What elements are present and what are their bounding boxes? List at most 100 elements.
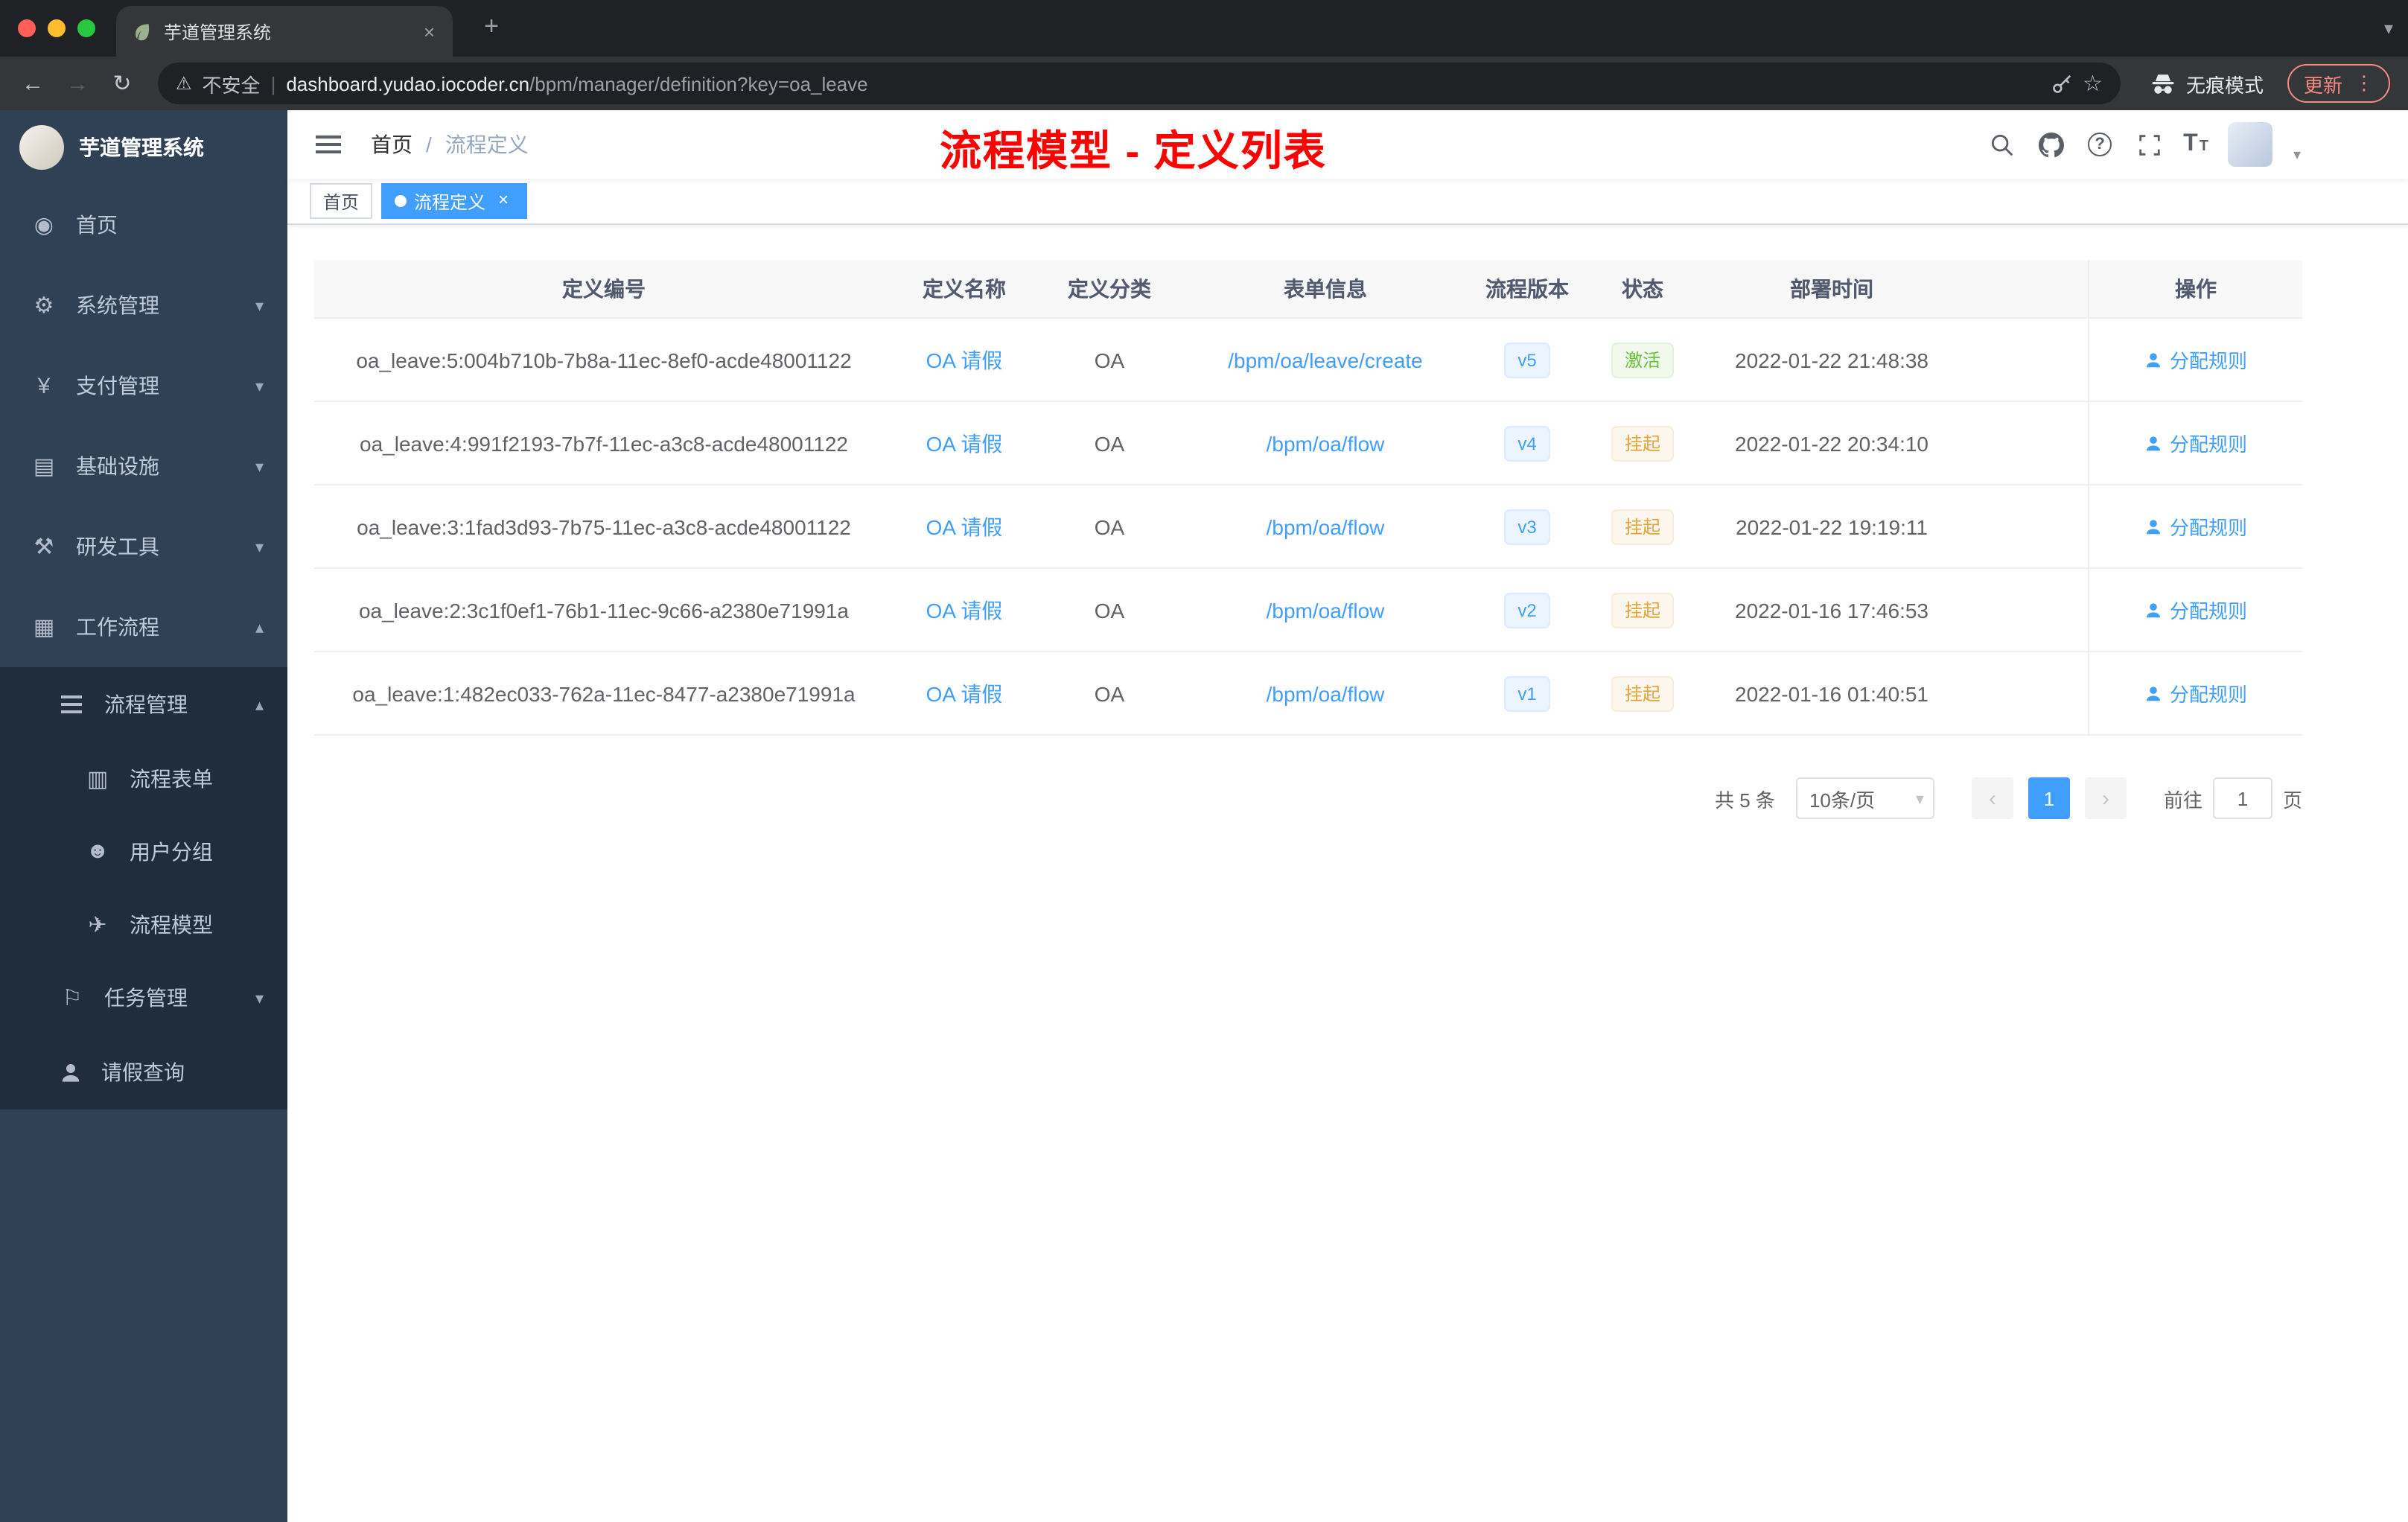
assign-rule-link[interactable]: 分配规则 [2144,512,2247,541]
yen-icon: ¥ [37,373,51,398]
table-header-row: 定义编号 定义名称 定义分类 表单信息 流程版本 状态 部署时间 操作 [314,261,2302,319]
window-minimize-button[interactable] [48,19,66,37]
goto-unit-label: 页 [2282,789,2302,811]
definition-table: 定义编号 定义名称 定义分类 表单信息 流程版本 状态 部署时间 操作 oa_l… [314,261,2302,736]
column-header: 定义分类 [1068,277,1151,301]
security-warning-icon: ⚠ [176,73,192,94]
help-icon[interactable]: ? [2085,130,2115,159]
font-size-icon[interactable]: TT [2183,131,2208,158]
prev-page-button[interactable]: ‹ [1971,777,2013,819]
breadcrumb-home[interactable]: 首页 [371,130,413,159]
submenu-process-management: ▥ 流程表单 ☻ 用户分组 ✈ 流程模型 [0,742,287,961]
flag-icon: ⚐ [62,986,83,1011]
window-close-button[interactable] [18,19,36,37]
paper-plane-icon: ✈ [88,912,107,937]
pagination-total: 共 5 条 [1715,789,1775,811]
sidebar-item-system[interactable]: ⚙ 系统管理 ▾ [0,265,287,346]
form-link[interactable]: /bpm/oa/leave/create [1228,348,1423,372]
assign-rule-link[interactable]: 分配规则 [2144,429,2247,457]
address-bar[interactable]: ⚠ 不安全 | dashboard.yudao.iocoder.cn/bpm/m… [158,63,2121,104]
incognito-badge: 无痕模式 [2135,69,2278,98]
avatar-caret-icon[interactable]: ▾ [2293,147,2301,167]
window-zoom-button[interactable] [77,19,95,37]
bookmark-star-icon[interactable]: ☆ [2083,70,2103,97]
form-link[interactable]: /bpm/oa/flow [1267,598,1385,622]
definition-name-link[interactable]: OA 请假 [926,515,1003,538]
cell-deploy-time: 2022-01-22 21:48:38 [1735,348,1928,372]
definition-name-link[interactable]: OA 请假 [926,681,1003,705]
back-button[interactable]: ← [12,71,54,96]
browser-menu-icon[interactable]: ⋮ [2354,71,2374,95]
tag-process-definition[interactable]: 流程定义 × [381,183,528,219]
update-label: 更新 [2303,74,2342,96]
form-link[interactable]: /bpm/oa/flow [1267,515,1385,538]
server-icon: ▤ [33,454,55,480]
goto-page: 前往 1 页 [2164,777,2302,819]
browser-tabstrip: 芋道管理系统 × + ▾ [0,0,2408,57]
chevron-down-icon: ▾ [255,297,264,315]
table-row: oa_leave:2:3c1f0ef1-76b1-11ec-9c66-a2380… [314,569,2302,652]
column-header: 操作 [2088,261,2302,317]
tools-icon: ⚒ [34,535,54,560]
sidebar-item-home[interactable]: ◉ 首页 [0,185,287,265]
browser-tab[interactable]: 芋道管理系统 × [116,6,453,57]
tag-home[interactable]: 首页 [310,183,373,219]
address-separator: | [270,72,276,95]
definition-name-link[interactable]: OA 请假 [926,431,1003,455]
new-tab-button[interactable]: + [474,12,509,42]
assign-rule-link[interactable]: 分配规则 [2144,346,2247,374]
column-header: 部署时间 [1790,277,1873,301]
goto-page-input[interactable]: 1 [2212,777,2272,819]
version-tag: v3 [1504,509,1550,544]
status-tag: 挂起 [1611,425,1674,461]
sidebar-item-user-group[interactable]: ☻ 用户分组 [0,815,287,888]
cell-deploy-time: 2022-01-22 20:34:10 [1735,431,1928,455]
form-link[interactable]: /bpm/oa/flow [1267,431,1385,455]
security-label[interactable]: 不安全 [203,69,261,98]
user-icon [2146,519,2160,534]
form-link[interactable]: /bpm/oa/flow [1267,681,1385,705]
page-size-select[interactable]: 10条/页 ▾ [1795,777,1934,819]
github-icon[interactable] [2036,130,2065,159]
definition-name-link[interactable]: OA 请假 [926,348,1003,372]
sidebar-item-process-management[interactable]: 流程管理 ▴ [0,667,287,742]
definition-name-link[interactable]: OA 请假 [926,598,1003,622]
list-icon [61,695,82,713]
gear-icon: ⚙ [34,293,54,319]
update-button[interactable]: 更新 ⋮ [2287,64,2390,103]
briefcase-icon: ▦ [33,615,55,640]
tag-close-icon[interactable]: × [493,190,514,211]
user-icon [2146,436,2160,450]
sidebar-item-process-model[interactable]: ✈ 流程模型 [0,888,287,961]
cell-definition-id: oa_leave:1:482ec033-762a-11ec-8477-a2380… [352,681,856,705]
sidebar-item-process-form[interactable]: ▥ 流程表单 [0,742,287,815]
chevron-up-icon: ▴ [255,619,264,637]
tab-favicon-icon [131,21,152,42]
page-1-button[interactable]: 1 [2028,777,2070,819]
sidebar-item-task-management[interactable]: ⚐ 任务管理 ▾ [0,961,287,1035]
next-page-button[interactable]: › [2084,777,2127,819]
cell-category: OA [1094,681,1125,705]
assign-rule-link[interactable]: 分配规则 [2144,679,2247,707]
tab-search-caret-icon[interactable]: ▾ [2384,18,2393,39]
sidebar-item-devtools[interactable]: ⚒ 研发工具 ▾ [0,506,287,587]
cell-deploy-time: 2022-01-16 17:46:53 [1735,598,1928,622]
status-tag: 挂起 [1611,509,1674,544]
search-icon[interactable] [1987,130,2016,159]
avatar[interactable] [2227,122,2272,167]
sidebar-item-infrastructure[interactable]: ▤ 基础设施 ▾ [0,426,287,506]
version-tag: v4 [1504,425,1550,461]
sidebar-item-payment[interactable]: ¥ 支付管理 ▾ [0,346,287,426]
sidebar-toggle-icon[interactable] [316,136,341,153]
fullscreen-icon[interactable] [2134,130,2164,159]
assign-rule-link[interactable]: 分配规则 [2144,596,2247,624]
tab-close-icon[interactable]: × [421,20,438,42]
reload-button[interactable]: ↻ [101,70,143,97]
forward-button[interactable]: → [57,71,98,96]
sidebar-item-leave-query[interactable]: 请假查询 [0,1035,287,1109]
sidebar-item-workflow[interactable]: ▦ 工作流程 ▴ [0,587,287,667]
window-controls [0,19,113,37]
user-group-icon: ☻ [86,838,109,864]
column-header: 定义名称 [923,277,1006,301]
password-key-icon[interactable] [2050,72,2072,95]
